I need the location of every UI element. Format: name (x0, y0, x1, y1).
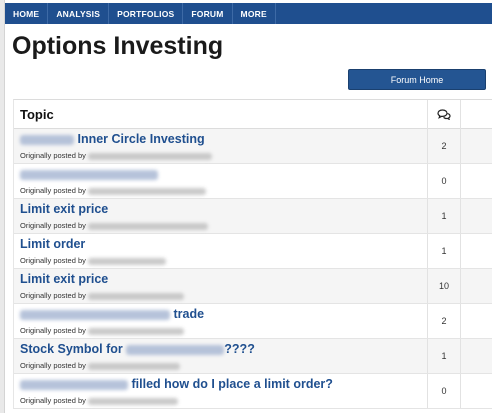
redacted-author (87, 327, 184, 335)
topic-byline: Originally posted by (20, 151, 212, 160)
topic-link[interactable]: trade (20, 307, 204, 321)
table-row: Originally posted by 0 (14, 164, 492, 199)
redacted-author (87, 397, 178, 405)
nav-portfolios[interactable]: PORTFOLIOS (109, 3, 184, 24)
redacted-text (20, 309, 170, 320)
topic-byline: Originally posted by (20, 221, 208, 230)
redacted-author (87, 362, 180, 370)
forum-home-button[interactable]: Forum Home (348, 69, 486, 90)
table-header: Topic (14, 100, 492, 129)
table-row: Inner Circle Investing Originally posted… (14, 129, 492, 164)
table-row: Limit exit price Originally posted by 1 (14, 199, 492, 234)
nav-home[interactable]: HOME (5, 3, 49, 24)
topic-link[interactable]: Limit order (20, 237, 85, 251)
table-row: trade Originally posted by 2 (14, 304, 492, 339)
topic-byline: Originally posted by (20, 186, 206, 195)
topic-byline: Originally posted by (20, 326, 184, 335)
reply-count: 1 (427, 234, 461, 268)
nav-analysis[interactable]: ANALYSIS (48, 3, 110, 24)
topic-link[interactable] (20, 167, 158, 181)
redacted-text (126, 344, 225, 355)
table-row: Stock Symbol for ???? Originally posted … (14, 339, 492, 374)
top-navbar: HOME ANALYSIS PORTFOLIOS FORUM MORE (5, 3, 492, 24)
table-row: Limit order Originally posted by 1 (14, 234, 492, 269)
redacted-text (20, 169, 158, 180)
reply-count: 2 (427, 304, 461, 338)
table-row: Limit exit price Originally posted by 10 (14, 269, 492, 304)
redacted-author (87, 152, 212, 160)
nav-more[interactable]: MORE (233, 3, 276, 24)
reply-count: 1 (427, 199, 461, 233)
redacted-author (87, 187, 206, 195)
topic-byline: Originally posted by (20, 291, 184, 300)
reply-count: 1 (427, 339, 461, 373)
topic-link[interactable]: Limit exit price (20, 202, 108, 216)
topic-link[interactable]: Limit exit price (20, 272, 108, 286)
topics-table: Topic Inner Circle Investing Originally … (13, 99, 492, 409)
nav-forum[interactable]: FORUM (183, 3, 233, 24)
topic-byline: Originally posted by (20, 361, 180, 370)
redacted-author (87, 257, 166, 265)
reply-count: 2 (427, 129, 461, 163)
redacted-author (87, 222, 208, 230)
column-header-topic[interactable]: Topic (20, 107, 54, 122)
topic-link[interactable]: filled how do I place a limit order? (20, 377, 333, 391)
speech-bubbles-icon (437, 109, 451, 120)
redacted-author (87, 292, 184, 300)
page-title: Options Investing (12, 32, 224, 60)
table-row: filled how do I place a limit order? Ori… (14, 374, 492, 409)
reply-count: 10 (427, 269, 461, 303)
window-left-edge (0, 0, 5, 413)
column-header-replies[interactable] (427, 100, 461, 129)
topic-link[interactable]: Stock Symbol for ???? (20, 342, 255, 356)
topic-byline: Originally posted by (20, 256, 166, 265)
topic-link[interactable]: Inner Circle Investing (20, 132, 205, 146)
reply-count: 0 (427, 164, 461, 198)
topic-byline: Originally posted by (20, 396, 178, 405)
redacted-text (20, 134, 74, 145)
redacted-text (20, 379, 128, 390)
reply-count: 0 (427, 374, 461, 408)
